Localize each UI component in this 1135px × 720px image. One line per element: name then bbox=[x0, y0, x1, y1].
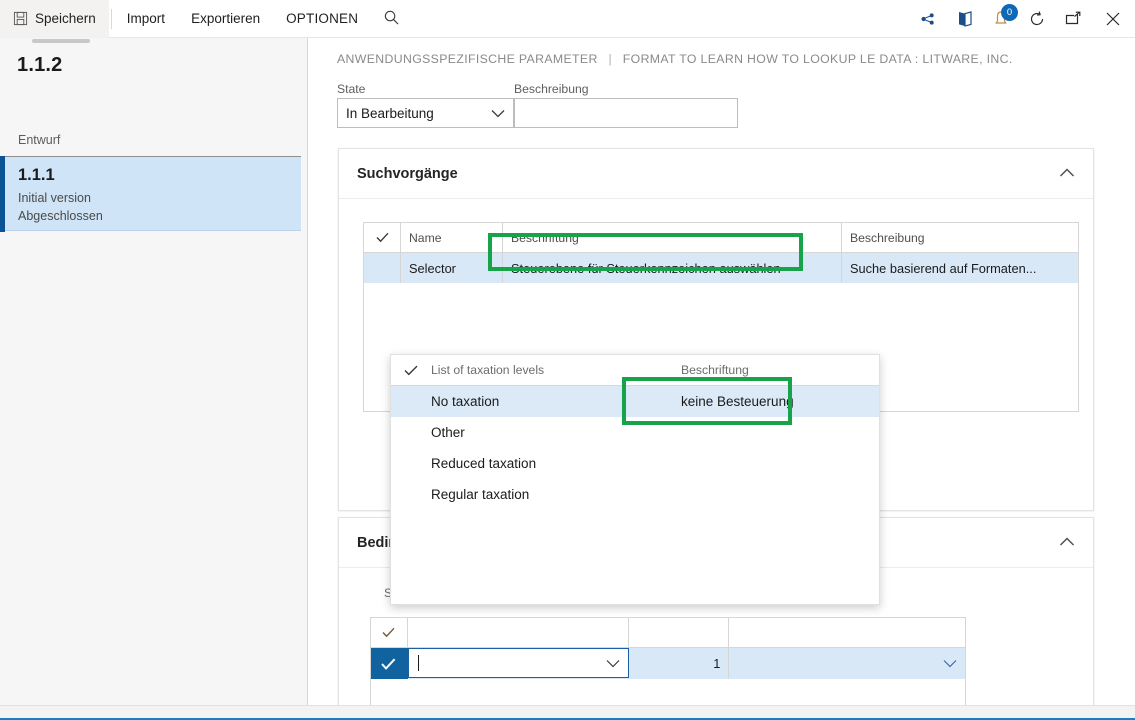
save-icon bbox=[13, 11, 28, 26]
chevron-up-icon[interactable] bbox=[1059, 535, 1075, 550]
popout-icon[interactable] bbox=[1055, 0, 1091, 38]
version-description: Initial version bbox=[18, 191, 91, 205]
dropdown-item-no-taxation[interactable]: No taxation keine Besteuerung bbox=[391, 386, 879, 417]
dropdown-item-label: No taxation bbox=[431, 394, 500, 409]
version-sidebar: 1.1.2 Entwurf 1.1.1 Initial version Abge… bbox=[0, 38, 308, 716]
select-all-checkbox[interactable] bbox=[364, 223, 401, 253]
refresh-icon[interactable] bbox=[1019, 0, 1055, 38]
export-button[interactable]: Exportieren bbox=[178, 0, 273, 38]
chevron-down-icon[interactable] bbox=[943, 656, 957, 671]
import-button-label: Import bbox=[126, 11, 166, 26]
column-header-description[interactable]: Beschreibung bbox=[842, 223, 1078, 253]
dropdown-item-other[interactable]: Other bbox=[391, 417, 879, 448]
table-row[interactable]: Selector Steuerebene für Steuerkennzeich… bbox=[364, 253, 1078, 283]
save-button[interactable]: Speichern bbox=[0, 0, 109, 38]
version-number: 1.1.1 bbox=[18, 166, 55, 184]
taxation-levels-dropdown[interactable]: List of taxation levels Beschriftung No … bbox=[390, 354, 880, 605]
right-gutter bbox=[1104, 38, 1135, 716]
dropdown-item-label: Other bbox=[431, 425, 465, 440]
search-panel-header[interactable]: Suchvorgänge bbox=[339, 149, 1093, 199]
save-button-label: Speichern bbox=[35, 11, 96, 26]
breadcrumb-separator: | bbox=[608, 52, 613, 66]
chevron-up-icon[interactable] bbox=[1059, 166, 1075, 181]
notification-badge: 0 bbox=[1001, 3, 1018, 21]
close-icon[interactable] bbox=[1091, 0, 1135, 38]
dropdown-header-row: List of taxation levels Beschriftung bbox=[391, 355, 879, 386]
cell-number[interactable]: 1 bbox=[629, 648, 730, 679]
dropdown-item-caption: keine Besteuerung bbox=[681, 394, 794, 409]
state-label: State bbox=[337, 82, 366, 96]
grid-header-row: Name Beschriftung Beschreibung bbox=[364, 223, 1078, 253]
check-icon bbox=[391, 365, 431, 376]
table-row-active[interactable]: 1 bbox=[371, 648, 965, 679]
sidebar-horizontal-scrollbar[interactable] bbox=[32, 39, 90, 43]
dropdown-item-label: Reduced taxation bbox=[431, 456, 537, 471]
import-button[interactable]: Import bbox=[114, 0, 178, 38]
description-input[interactable] bbox=[514, 98, 738, 128]
cell-caption[interactable]: Steuerebene für Steuerkennzeichen auswäh… bbox=[503, 253, 842, 283]
select-all-checkbox[interactable] bbox=[371, 618, 408, 648]
options-menu-label: OPTIONEN bbox=[286, 11, 359, 26]
search-button[interactable] bbox=[371, 0, 412, 38]
column-header-name[interactable]: Name bbox=[401, 223, 503, 253]
dropdown-column-header-levels: List of taxation levels bbox=[431, 363, 545, 377]
row-checkbox[interactable] bbox=[364, 253, 401, 283]
search-icon bbox=[383, 9, 400, 29]
breadcrumb-document: FORMAT TO LEARN HOW TO LOOKUP LE DATA : … bbox=[622, 52, 1013, 66]
breadcrumb-section[interactable]: ANWENDUNGSSPEZIFISCHE PARAMETER bbox=[337, 52, 598, 66]
column-header-number[interactable] bbox=[628, 618, 730, 648]
cell-description[interactable]: Suche basierend auf Formaten... bbox=[842, 253, 1078, 283]
text-cursor bbox=[417, 655, 419, 671]
dropdown-column-header-caption: Beschriftung bbox=[681, 363, 749, 377]
version-status: Abgeschlossen bbox=[18, 209, 103, 223]
sidebar-item-version-111[interactable]: 1.1.1 Initial version Abgeschlossen bbox=[0, 156, 301, 232]
link-share-icon[interactable] bbox=[911, 0, 947, 38]
row-checkbox-checked[interactable] bbox=[371, 648, 408, 679]
breadcrumb: ANWENDUNGSSPEZIFISCHE PARAMETER | FORMAT… bbox=[337, 52, 1013, 66]
state-select[interactable]: In Bearbeitung bbox=[337, 98, 514, 128]
export-button-label: Exportieren bbox=[191, 11, 261, 26]
column-header-expression[interactable] bbox=[407, 618, 629, 648]
command-bar: Speichern Import Exportieren OPTIONEN 0 bbox=[0, 0, 1135, 38]
toolbar-divider bbox=[110, 8, 112, 29]
book-open-icon[interactable] bbox=[947, 0, 983, 38]
column-header-caption[interactable]: Beschriftung bbox=[503, 223, 842, 253]
dropdown-item-regular-taxation[interactable]: Regular taxation bbox=[391, 479, 879, 510]
conditions-grid: 1 bbox=[370, 617, 966, 716]
search-panel-title: Suchvorgänge bbox=[357, 165, 458, 182]
dropdown-item-reduced-taxation[interactable]: Reduced taxation bbox=[391, 448, 879, 479]
sidebar-subtitle: Entwurf bbox=[18, 133, 61, 147]
dropdown-item-label: Regular taxation bbox=[431, 487, 530, 502]
chevron-down-icon[interactable] bbox=[606, 656, 620, 671]
cell-name[interactable]: Selector bbox=[401, 253, 503, 283]
expression-combobox[interactable] bbox=[407, 648, 629, 678]
sidebar-title: 1.1.2 bbox=[17, 54, 63, 76]
grid-header-row bbox=[371, 618, 965, 648]
column-header-value[interactable] bbox=[729, 618, 965, 648]
options-menu[interactable]: OPTIONEN bbox=[273, 0, 371, 38]
chevron-down-icon bbox=[491, 106, 505, 121]
notifications-icon[interactable]: 0 bbox=[983, 0, 1019, 38]
state-select-value: In Bearbeitung bbox=[346, 105, 434, 121]
value-dropdown[interactable] bbox=[729, 648, 965, 679]
description-label: Beschreibung bbox=[514, 82, 589, 96]
